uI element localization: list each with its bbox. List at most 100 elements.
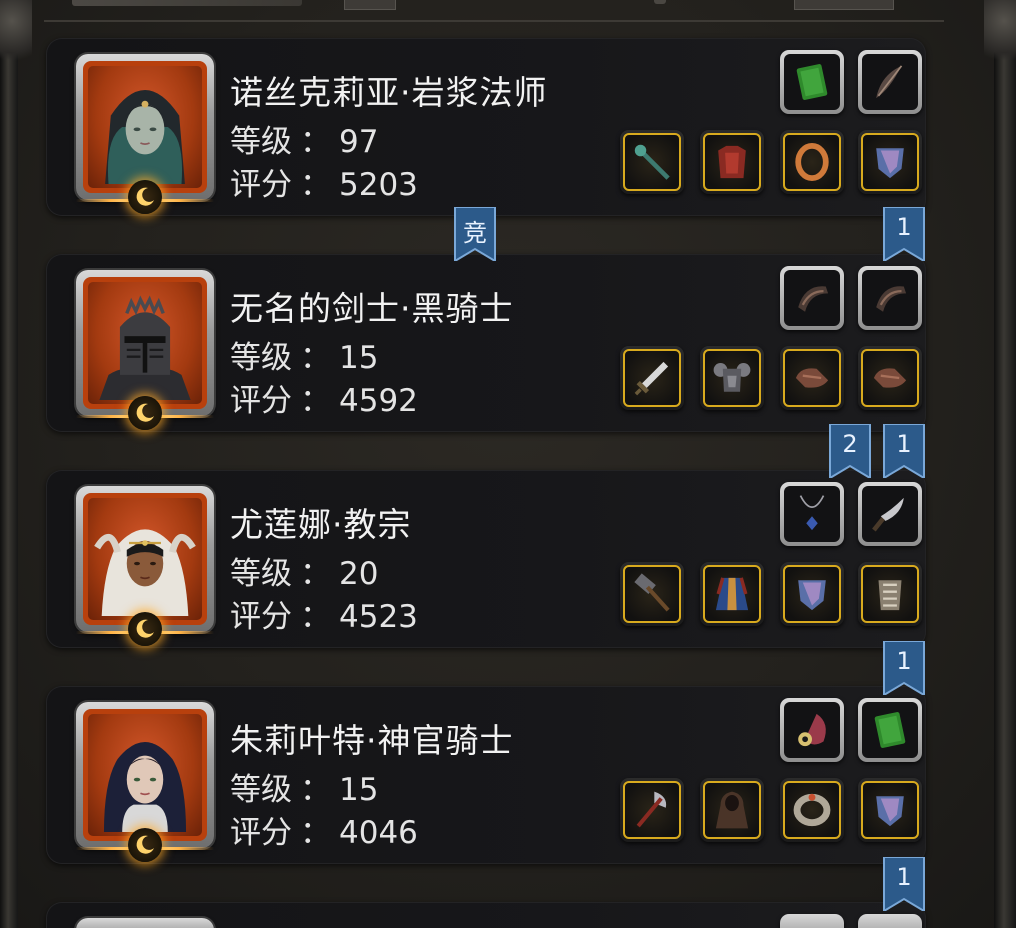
equipment-slot[interactable] [620, 346, 684, 410]
hero-score: 评分： 5203 [230, 167, 418, 203]
hero-card[interactable]: 诺丝克莉亚·岩浆法师 等级： 97 评分： 5203 [46, 38, 926, 216]
rank-ribbon-badge: 1 [882, 424, 926, 478]
steel-breastplate-icon [703, 349, 761, 407]
serpent-staff-icon [623, 133, 681, 191]
bone-armor-icon [861, 565, 919, 623]
equipment-slot[interactable] [700, 778, 764, 842]
hero-portrait-frame-cropped[interactable] [76, 918, 214, 928]
header-bar-cropped [44, 0, 944, 22]
bronze-gauntlet-icon [861, 349, 919, 407]
equipment-slot[interactable] [858, 562, 922, 626]
equipment-slot[interactable] [858, 698, 922, 762]
equipment-slot[interactable] [620, 130, 684, 194]
equipment-slot[interactable] [780, 130, 844, 194]
hero-portrait-frame[interactable] [76, 270, 214, 430]
war-hammer-icon [623, 565, 681, 623]
equipment-slot[interactable] [780, 266, 844, 330]
hero-level: 等级： 97 [230, 124, 379, 160]
ribbon-text: 竞 [463, 219, 487, 247]
equipment-slot[interactable] [780, 346, 844, 410]
crescent-moon-icon [128, 180, 162, 214]
hero-score: 评分： 4046 [230, 815, 418, 851]
red-armor-icon [703, 133, 761, 191]
header-button-cropped[interactable] [344, 0, 396, 10]
hooded-mage-portrait-icon [88, 66, 202, 188]
black-knight-helm-portrait-icon [88, 282, 202, 404]
crescent-moon-icon [128, 396, 162, 430]
hooded-cloak-icon [703, 781, 761, 839]
equipment-slot[interactable] [780, 562, 844, 626]
leather-bracer-icon [784, 270, 840, 326]
hero-card-cropped[interactable] [46, 902, 926, 928]
header-title-cropped [72, 0, 302, 6]
equipment-slot[interactable] [780, 50, 844, 114]
hero-level: 等级： 15 [230, 340, 379, 376]
equipment-slot[interactable] [620, 778, 684, 842]
hero-card[interactable]: 尤莲娜·教宗 等级： 20 评分： 4523 [46, 470, 926, 648]
arena-ribbon-badge: 竞 [453, 207, 497, 261]
ribbon-text: 1 [896, 647, 912, 675]
sapphire-necklace-icon [784, 486, 840, 542]
hero-card[interactable]: 朱莉叶特·神官骑士 等级： 15 评分： 4046 [46, 686, 926, 864]
nun-knight-portrait-icon [88, 714, 202, 836]
bronze-ring-icon [783, 133, 841, 191]
rank-ribbon-badge: 1 [882, 641, 926, 695]
ribbon-text: 2 [842, 430, 858, 458]
ribbon-text: 1 [896, 430, 912, 458]
equipment-slot[interactable] [858, 482, 922, 546]
hero-name: 诺丝克莉亚·岩浆法师 [230, 73, 548, 112]
ribbon-text: 1 [896, 863, 912, 891]
dark-feather-icon [862, 54, 918, 110]
equipment-slot[interactable] [780, 482, 844, 546]
hero-portrait-frame[interactable] [76, 54, 214, 214]
equipment-slot-cropped[interactable] [780, 914, 844, 928]
battle-axe-icon [623, 781, 681, 839]
equipment-slot[interactable] [700, 562, 764, 626]
equipment-slot[interactable] [620, 562, 684, 626]
equipment-slot[interactable] [780, 698, 844, 762]
hero-level: 等级： 15 [230, 772, 379, 808]
crystal-shield-icon [861, 781, 919, 839]
hero-score: 评分： 4523 [230, 599, 418, 635]
crescent-moon-icon [128, 828, 162, 862]
equipment-slot[interactable] [858, 50, 922, 114]
ribbon-text: 1 [896, 213, 912, 241]
hero-score: 评分： 4592 [230, 383, 418, 419]
equipment-slot[interactable] [858, 346, 922, 410]
ornate-robe-icon [703, 565, 761, 623]
hero-name: 尤莲娜·教宗 [230, 505, 412, 544]
equipment-slot[interactable] [858, 266, 922, 330]
hero-name: 朱莉叶特·神官骑士 [230, 721, 514, 760]
greatsword-icon [623, 349, 681, 407]
hero-portrait-frame[interactable] [76, 702, 214, 862]
equipment-slot-cropped[interactable] [858, 914, 922, 928]
rank-ribbon-badge: 1 [882, 207, 926, 261]
hero-level: 等级： 20 [230, 556, 379, 592]
leather-bracer-icon [862, 270, 918, 326]
pope-priestess-portrait-icon [88, 498, 202, 620]
green-tome-icon [784, 54, 840, 110]
equipment-slot[interactable] [700, 130, 764, 194]
green-tome-icon [862, 702, 918, 758]
curved-dagger-icon [862, 486, 918, 542]
hero-portrait-frame[interactable] [76, 486, 214, 646]
crystal-shield-icon [861, 133, 919, 191]
hero-card[interactable]: 无名的剑士·黑骑士 等级： 15 评分： 4592 [46, 254, 926, 432]
crystal-shield-icon [783, 565, 841, 623]
equipment-slot[interactable] [858, 778, 922, 842]
hero-name: 无名的剑士·黑骑士 [230, 289, 514, 328]
frame-right-border [994, 0, 1016, 928]
header-divider [44, 20, 944, 22]
frame-corner-ornament-right [984, 0, 1016, 70]
equipment-slot[interactable] [858, 130, 922, 194]
equipment-slot[interactable] [780, 778, 844, 842]
rank-ribbon-badge: 2 [828, 424, 872, 478]
eye-amulet-icon [784, 702, 840, 758]
bronze-gauntlet-icon [783, 349, 841, 407]
rank-ribbon-badge: 1 [882, 857, 926, 911]
frame-corner-ornament-left [0, 0, 32, 70]
header-indicator-cropped [654, 0, 666, 4]
equipment-slot[interactable] [700, 346, 764, 410]
crescent-moon-icon [128, 612, 162, 646]
header-action-button-cropped[interactable] [794, 0, 894, 10]
